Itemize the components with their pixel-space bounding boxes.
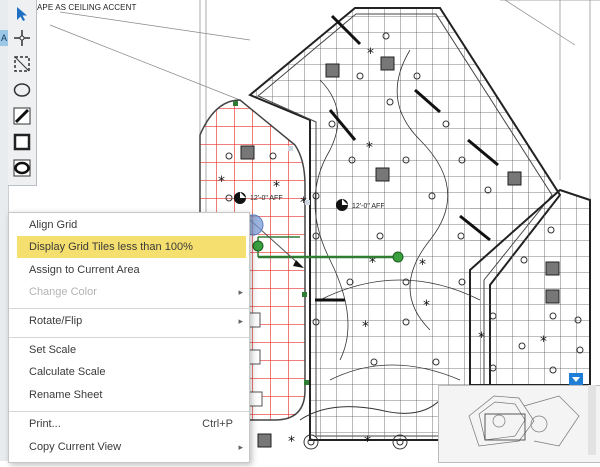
- menu-item-label: Print...: [29, 418, 61, 430]
- overview-preview: [468, 395, 580, 447]
- rounded-shape-icon[interactable]: [12, 158, 32, 178]
- menu-item-label: Display Grid Tiles less than 100%: [29, 241, 193, 253]
- overview-thumbnail[interactable]: [438, 385, 600, 463]
- svg-text:*: *: [288, 434, 295, 450]
- svg-text:*: *: [366, 140, 373, 156]
- menu-item-print[interactable]: Print... Ctrl+P: [9, 413, 249, 435]
- menu-item-set-scale[interactable]: Set Scale: [9, 339, 249, 361]
- ellipse-icon[interactable]: [12, 80, 32, 100]
- menu-item-label: Copy Current View: [29, 441, 122, 453]
- svg-text:*: *: [362, 319, 369, 335]
- menu-item-change-color: Change Color ▸: [9, 281, 249, 303]
- svg-text:*: *: [419, 257, 426, 273]
- menu-item-label: Calculate Scale: [29, 366, 106, 378]
- menu-item-shortcut: Ctrl+P: [202, 418, 233, 430]
- submenu-arrow-icon: ▸: [238, 316, 243, 326]
- menu-item-rotate-flip[interactable]: Rotate/Flip ▸: [9, 310, 249, 332]
- menu-item-label: Set Scale: [29, 344, 77, 356]
- menu-item-label: Change Color: [29, 286, 97, 298]
- select-arrow-icon[interactable]: [12, 4, 32, 24]
- menu-item-assign-current-area[interactable]: Assign to Current Area: [9, 259, 249, 281]
- menu-separator: [9, 337, 249, 338]
- menu-separator: [9, 308, 249, 309]
- line-icon[interactable]: [12, 106, 32, 126]
- svg-text:*: *: [364, 434, 371, 450]
- svg-text:*: *: [540, 334, 547, 350]
- svg-text:*: *: [423, 298, 430, 314]
- menu-separator: [9, 411, 249, 412]
- menu-item-label: Rename Sheet: [29, 389, 103, 401]
- rectangle-icon[interactable]: [12, 132, 32, 152]
- menu-item-display-grid-tiles[interactable]: Display Grid Tiles less than 100%: [17, 236, 246, 258]
- svg-text:*: *: [218, 174, 225, 190]
- elevation-label-1: 12'-0" AFF: [250, 195, 283, 202]
- drawing-toolbar: [8, 0, 37, 186]
- ceiling-grid-right[interactable]: [469, 188, 591, 386]
- menu-item-label: Assign to Current Area: [29, 264, 140, 276]
- menu-item-label: Align Grid: [29, 219, 78, 231]
- grid-area-icon[interactable]: [12, 54, 32, 74]
- menu-item-calculate-scale[interactable]: Calculate Scale: [9, 361, 249, 383]
- overview-scrollbar[interactable]: [588, 385, 596, 455]
- elevation-label-2: 12'-0" AFF: [352, 203, 385, 210]
- submenu-arrow-icon: ▸: [238, 442, 243, 452]
- menu-item-rename-sheet[interactable]: Rename Sheet: [9, 384, 249, 406]
- menu-item-label: Rotate/Flip: [29, 315, 83, 327]
- svg-text:*: *: [273, 179, 280, 195]
- menu-item-copy-current-view[interactable]: Copy Current View ▸: [9, 436, 249, 458]
- svg-text:*: *: [478, 330, 485, 346]
- svg-text:*: *: [367, 46, 374, 62]
- context-menu: Align Grid Display Grid Tiles less than …: [8, 212, 250, 463]
- left-panel-tab[interactable]: A: [0, 30, 8, 46]
- submenu-arrow-icon: ▸: [238, 287, 243, 297]
- sheet-title: APE AS CEILING ACCENT: [37, 3, 137, 12]
- crosshair-icon[interactable]: [12, 28, 32, 48]
- menu-item-align-grid[interactable]: Align Grid: [9, 214, 249, 236]
